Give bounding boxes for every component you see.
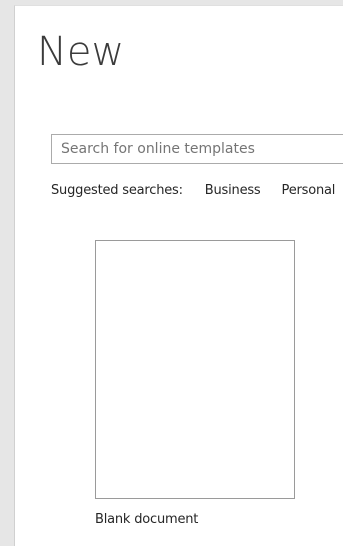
search-input[interactable] bbox=[61, 141, 341, 157]
suggested-searches: Suggested searches: Business Personal bbox=[51, 183, 343, 198]
backstage-window: New Suggested searches:BusinessPersonal … bbox=[0, 0, 343, 546]
template-label: Blank document bbox=[95, 512, 199, 527]
template-thumbnail[interactable] bbox=[95, 240, 295, 499]
suggested-search-business[interactable]: Business bbox=[205, 183, 261, 198]
template-blank-document[interactable]: Blank document bbox=[95, 240, 295, 527]
suggested-searches-label: Suggested searches: bbox=[51, 183, 183, 198]
page-title: New bbox=[37, 29, 125, 75]
suggested-search-personal[interactable]: Personal bbox=[282, 183, 336, 198]
template-search-box[interactable] bbox=[51, 134, 343, 164]
